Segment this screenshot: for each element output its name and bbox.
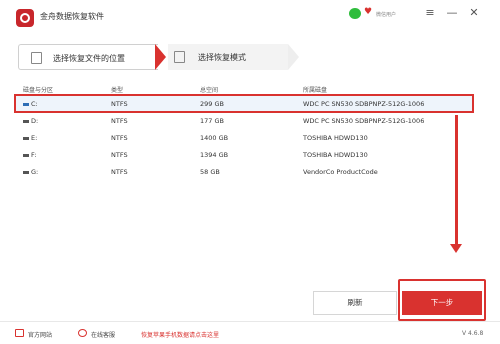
drive-letter: D:: [31, 117, 39, 125]
headset-icon: [78, 329, 87, 337]
minimize-button[interactable]: —: [444, 5, 460, 21]
vip-heart-icon[interactable]: ♥: [364, 8, 372, 17]
drive-type: NTFS: [111, 117, 128, 125]
drive-letter: F:: [31, 151, 37, 159]
menu-button[interactable]: ≡: [422, 5, 438, 21]
drive-type: NTFS: [111, 151, 128, 159]
user-login-label[interactable]: 微信用户: [376, 11, 396, 18]
annotation-arrow-line: [455, 115, 458, 249]
drive-icon: [23, 170, 29, 174]
step-label: 选择恢复文件的位置: [53, 54, 125, 63]
step-select-location: 选择恢复文件的位置: [18, 44, 158, 70]
drive-type: NTFS: [111, 100, 128, 108]
table-row[interactable]: D: NTFS 177 GB WDC PC SN530 SDBPNPZ-512G…: [15, 112, 473, 129]
wechat-icon[interactable]: [349, 8, 361, 19]
step-indicator: 选择恢复文件的位置 选择恢复模式: [18, 44, 484, 70]
header-partition: 磁盘与分区: [23, 87, 54, 94]
drive-letter: C:: [31, 100, 38, 108]
header-disk: 所属磁盘: [303, 87, 328, 94]
image-icon: [174, 51, 185, 63]
drive-icon: [23, 102, 29, 106]
drive-disk: TOSHIBA HDWD130: [303, 151, 368, 159]
drive-disk: VendorCo ProductCode: [303, 168, 378, 176]
table-row[interactable]: F: NTFS 1394 GB TOSHIBA HDWD130: [15, 146, 473, 163]
table-row[interactable]: E: NTFS 1400 GB TOSHIBA HDWD130: [15, 129, 473, 146]
online-service-link[interactable]: 在线客服: [91, 330, 115, 339]
refresh-button[interactable]: 刷新: [313, 291, 397, 315]
drive-type: NTFS: [111, 168, 128, 176]
header-size: 总空间: [200, 87, 219, 94]
drive-disk: TOSHIBA HDWD130: [303, 134, 368, 142]
drive-disk: WDC PC SN530 SDBPNPZ-512G-1006: [303, 117, 425, 125]
app-title: 金舟数据恢复软件: [40, 12, 104, 21]
footer: 官方网站 在线客服 恢复苹果手机数据请点击这里 V 4.6.8: [0, 321, 500, 344]
app-logo-icon: [16, 9, 34, 27]
drive-disk: WDC PC SN530 SDBPNPZ-512G-1006: [303, 100, 425, 108]
table-header: 磁盘与分区 类型 总空间 所属磁盘: [15, 81, 473, 95]
drive-size: 58 GB: [200, 168, 220, 176]
monitor-icon: [15, 329, 24, 337]
step-select-mode: 选择恢复模式: [168, 44, 288, 70]
official-site-link[interactable]: 官方网站: [28, 330, 52, 339]
iphone-recovery-link[interactable]: 恢复苹果手机数据请点击这里: [141, 330, 219, 339]
title-bar: 金舟数据恢复软件 ♥ 微信用户 ≡ — ✕: [0, 0, 500, 34]
drive-icon: [23, 153, 29, 157]
step-label: 选择恢复模式: [198, 53, 246, 62]
drive-size: 177 GB: [200, 117, 224, 125]
table-row[interactable]: C: NTFS 299 GB WDC PC SN530 SDBPNPZ-512G…: [14, 94, 474, 113]
header-type: 类型: [111, 87, 124, 94]
step-arrow-active: [155, 44, 166, 70]
table-row[interactable]: G: NTFS 58 GB VendorCo ProductCode: [15, 163, 473, 180]
drive-type: NTFS: [111, 134, 128, 142]
drive-icon: [23, 136, 29, 140]
version-label: V 4.6.8: [462, 330, 484, 337]
drive-size: 1400 GB: [200, 134, 229, 142]
folder-icon: [31, 52, 42, 64]
next-step-button[interactable]: 下一步: [402, 291, 482, 315]
annotation-arrow-head: [450, 244, 462, 253]
drive-letter: E:: [31, 134, 38, 142]
step-arrow: [288, 44, 299, 70]
drive-size: 1394 GB: [200, 151, 229, 159]
close-button[interactable]: ✕: [466, 5, 482, 21]
drive-letter: G:: [31, 168, 39, 176]
drive-size: 299 GB: [200, 100, 224, 108]
drive-icon: [23, 119, 29, 123]
drive-table: 磁盘与分区 类型 总空间 所属磁盘 C: NTFS 299 GB WDC PC …: [14, 81, 474, 180]
